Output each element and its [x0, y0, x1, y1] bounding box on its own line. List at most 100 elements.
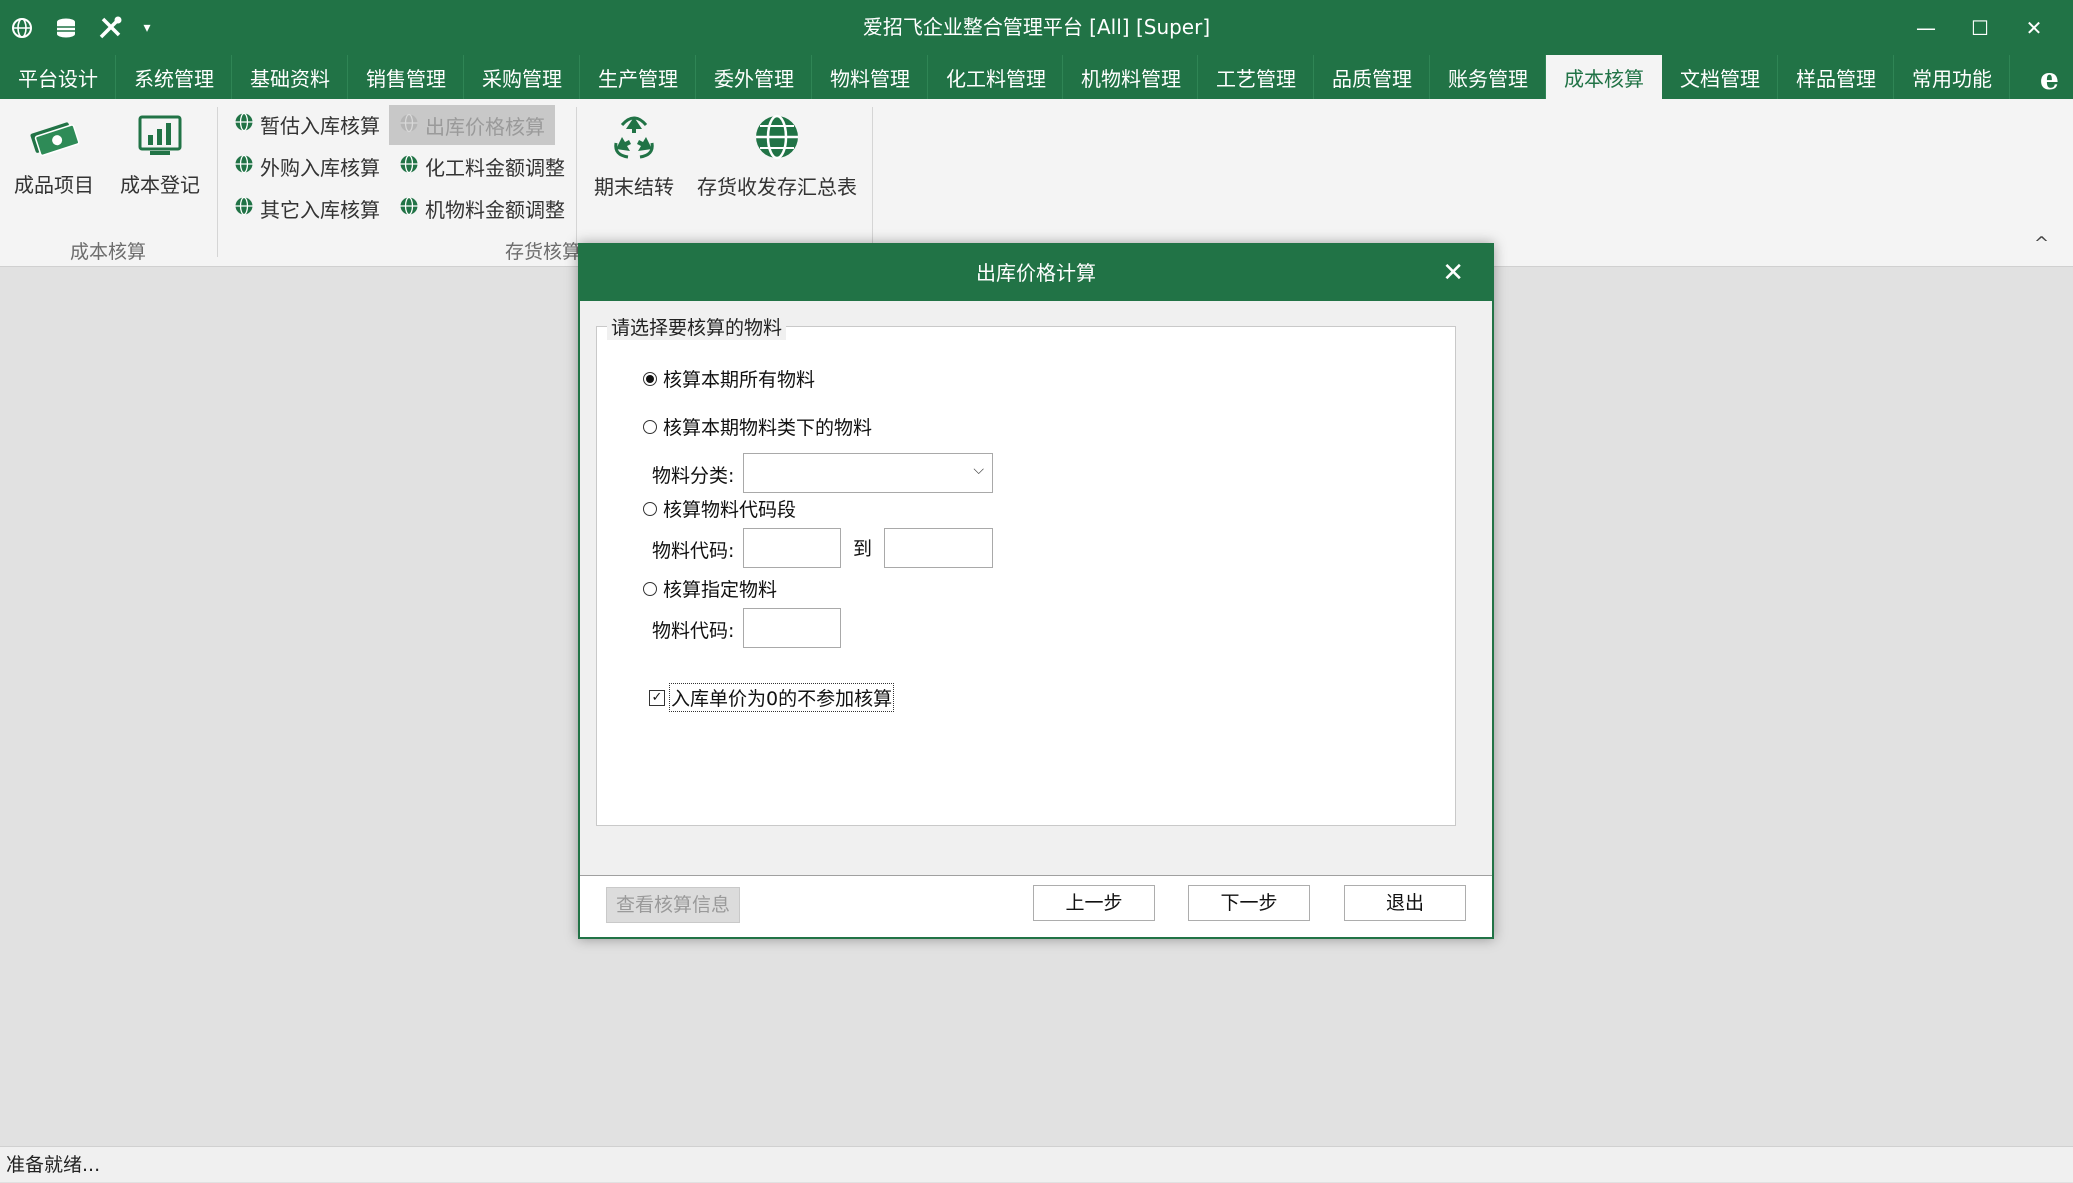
close-window-button[interactable]: ✕ [2008, 0, 2060, 55]
collapse-ribbon-icon[interactable]: ^ [2034, 233, 2049, 254]
cost-registration-label: 成本登记 [120, 173, 200, 197]
checkbox-checked-icon: ✓ [649, 689, 665, 706]
chemical-amount-adjustment-label: 化工料金额调整 [425, 155, 565, 180]
machine-material-amount-adjustment-button[interactable]: 机物料金额调整 [399, 191, 565, 225]
chevron-down-icon: ⌵ [973, 462, 984, 478]
tab-purchasing[interactable]: 采购管理 [464, 55, 580, 99]
inventory-summary-report-label: 存货收发存汇总表 [697, 175, 857, 199]
specific-code-input[interactable] [743, 608, 841, 648]
ribbon-panel: 成品项目 成本登记 成本核算 暂估入库核算 外购入库核算 其它入库核算 出库价格… [0, 99, 2073, 267]
groupbox-title: 请选择要核算的物料 [607, 313, 787, 340]
cost-registration-button[interactable]: 成本登记 [120, 115, 200, 198]
radio-unchecked-icon [643, 501, 657, 516]
tab-materials[interactable]: 物料管理 [812, 55, 928, 99]
globe-icon[interactable] [0, 0, 44, 55]
chart-monitor-icon [138, 115, 182, 155]
period-end-carryover-label: 期末结转 [594, 175, 674, 199]
tab-sales[interactable]: 销售管理 [348, 55, 464, 99]
tab-production[interactable]: 生产管理 [580, 55, 696, 99]
next-step-button[interactable]: 下一步 [1188, 885, 1310, 921]
machine-material-amount-adjustment-label: 机物料金额调整 [425, 197, 565, 222]
previous-step-button[interactable]: 上一步 [1033, 885, 1155, 921]
ribbon-separator [576, 107, 577, 257]
tab-accounting[interactable]: 账务管理 [1430, 55, 1546, 99]
tools-icon[interactable] [88, 0, 132, 55]
globe-icon [234, 154, 254, 179]
tab-process[interactable]: 工艺管理 [1198, 55, 1314, 99]
to-label: 到 [853, 538, 873, 560]
window-title: 爱招飞企业整合管理平台 [All] [Super] [862, 15, 1211, 39]
dialog-body: 请选择要核算的物料 核算本期所有物料 核算本期物料类下的物料 物料分类: ⌵ 核… [582, 301, 1490, 1121]
dialog-title: 出库价格计算 [580, 245, 1492, 301]
money-icon [30, 122, 80, 157]
outbound-price-accounting-button[interactable]: 出库价格核算 [389, 105, 555, 145]
tab-platform-design[interactable]: 平台设计 [0, 55, 116, 99]
category-label: 物料分类: [652, 465, 735, 487]
radio-code-range-label: 核算物料代码段 [663, 499, 797, 521]
minimize-button[interactable]: — [1900, 0, 1952, 55]
category-select[interactable]: ⌵ [743, 453, 993, 493]
tab-documents[interactable]: 文档管理 [1662, 55, 1778, 99]
exit-button[interactable]: 退出 [1344, 885, 1466, 921]
globe-icon [399, 154, 419, 179]
globe-icon [234, 196, 254, 221]
purchase-inbound-accounting-label: 外购入库核算 [260, 155, 380, 180]
other-inbound-accounting-label: 其它入库核算 [260, 197, 380, 222]
radio-specific-material-label: 核算指定物料 [663, 579, 778, 601]
zero-price-exclude-label: 入库单价为0的不参加核算 [669, 683, 895, 712]
tab-basic-data[interactable]: 基础资料 [232, 55, 348, 99]
radio-specific-material[interactable]: 核算指定物料 [643, 575, 777, 602]
dialog-footer: 查看核算信息 上一步 下一步 退出 [580, 876, 1492, 937]
globe-icon [399, 196, 419, 221]
tab-chemicals[interactable]: 化工料管理 [928, 55, 1063, 99]
code-range-label: 物料代码: [652, 540, 735, 562]
tab-quality[interactable]: 品质管理 [1314, 55, 1430, 99]
database-icon[interactable] [44, 0, 88, 55]
ribbon-separator [217, 107, 218, 257]
outbound-price-dialog: 出库价格计算 ✕ 请选择要核算的物料 核算本期所有物料 核算本期物料类下的物料 … [578, 243, 1494, 939]
radio-category-materials-label: 核算本期物料类下的物料 [663, 417, 873, 439]
globe-icon [234, 112, 254, 137]
radio-all-materials-label: 核算本期所有物料 [663, 369, 816, 391]
quick-access-toolbar: ▾ [0, 0, 162, 55]
group-label-inventory-accounting: 存货核算 [505, 241, 582, 263]
tab-machine-materials[interactable]: 机物料管理 [1063, 55, 1198, 99]
globe-icon [756, 114, 798, 160]
tab-system-management[interactable]: 系统管理 [116, 55, 232, 99]
tab-samples[interactable]: 样品管理 [1778, 55, 1894, 99]
customize-dropdown-icon[interactable]: ▾ [132, 0, 162, 55]
radio-checked-icon [643, 371, 657, 386]
radio-unchecked-icon [643, 581, 657, 596]
finished-product-items-button[interactable]: 成品项目 [14, 115, 94, 198]
maximize-button[interactable]: ☐ [1954, 0, 2006, 55]
radio-code-range[interactable]: 核算物料代码段 [643, 495, 796, 522]
other-inbound-accounting-button[interactable]: 其它入库核算 [234, 191, 380, 225]
ribbon-separator [872, 107, 873, 257]
status-bar: 准备就绪... [0, 1146, 2073, 1182]
help-e-icon[interactable]: e [2040, 62, 2059, 97]
code-to-input[interactable] [884, 528, 993, 568]
purchase-inbound-accounting-button[interactable]: 外购入库核算 [234, 149, 380, 183]
radio-category-materials[interactable]: 核算本期物料类下的物料 [643, 413, 872, 440]
tab-common-functions[interactable]: 常用功能 [1894, 55, 2010, 99]
ribbon-tabs: 平台设计 系统管理 基础资料 销售管理 采购管理 生产管理 委外管理 物料管理 … [0, 55, 2073, 99]
radio-unchecked-icon [643, 419, 657, 434]
tab-outsourcing[interactable]: 委外管理 [696, 55, 812, 99]
tab-cost-accounting[interactable]: 成本核算 [1546, 55, 1662, 99]
chemical-amount-adjustment-button[interactable]: 化工料金额调整 [399, 149, 565, 183]
radio-all-materials[interactable]: 核算本期所有物料 [643, 365, 815, 392]
zero-price-exclude-checkbox[interactable]: ✓ 入库单价为0的不参加核算 [649, 683, 895, 712]
material-selection-groupbox: 请选择要核算的物料 核算本期所有物料 核算本期物料类下的物料 物料分类: ⌵ 核… [596, 313, 1456, 826]
view-accounting-info-button[interactable]: 查看核算信息 [606, 887, 740, 923]
provisional-inbound-accounting-label: 暂估入库核算 [260, 113, 380, 138]
group-label-cost-accounting: 成本核算 [70, 241, 147, 263]
outbound-price-accounting-label: 出库价格核算 [425, 114, 545, 139]
inventory-summary-report-button[interactable]: 存货收发存汇总表 [697, 113, 857, 200]
dialog-close-button[interactable]: ✕ [1442, 245, 1464, 301]
finished-product-items-label: 成品项目 [14, 173, 94, 197]
specific-code-label: 物料代码: [652, 620, 735, 642]
period-end-carryover-button[interactable]: 期末结转 [594, 113, 674, 200]
code-from-input[interactable] [743, 528, 841, 568]
recycle-icon [614, 116, 654, 159]
provisional-inbound-accounting-button[interactable]: 暂估入库核算 [234, 107, 380, 141]
